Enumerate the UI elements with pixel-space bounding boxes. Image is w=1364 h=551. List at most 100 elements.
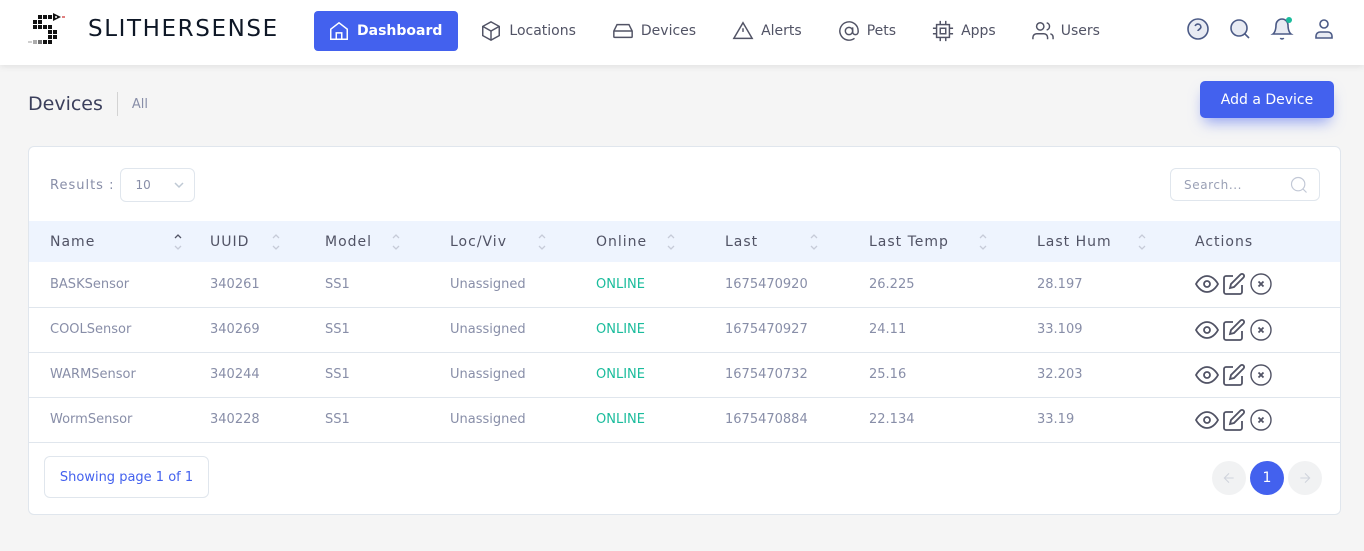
view-icon[interactable] (1195, 363, 1219, 387)
arrow-right-icon (1300, 472, 1311, 484)
column-header-model[interactable]: Model (304, 221, 429, 262)
column-header-online[interactable]: Online (575, 221, 704, 262)
row-actions (1195, 363, 1340, 387)
brand[interactable]: SLITHERSENSE (28, 11, 279, 47)
cell-last-hum: 33.109 (1037, 322, 1083, 337)
edit-icon[interactable] (1222, 408, 1246, 432)
page-filter-label: All (131, 96, 149, 112)
column-header-name[interactable]: Name (29, 221, 189, 262)
view-icon[interactable] (1195, 408, 1219, 432)
next-page-button[interactable] (1288, 461, 1322, 495)
notification-dot (1286, 17, 1292, 23)
edit-icon[interactable] (1222, 272, 1246, 296)
search-icon (1230, 19, 1250, 39)
results-label: Results : (50, 177, 115, 193)
nav-item-alerts[interactable]: Alerts (718, 11, 816, 51)
cell-online: ONLINE (596, 412, 645, 427)
column-header-actions: Actions (1174, 221, 1340, 262)
cell-uuid: 340228 (210, 412, 260, 427)
top-navbar: SLITHERSENSE Dashboard Locations Devices… (0, 0, 1364, 65)
nav-item-dashboard[interactable]: Dashboard (314, 11, 459, 51)
users-icon (1031, 22, 1054, 40)
nav-item-devices[interactable]: Devices (598, 11, 710, 51)
page-button-1[interactable]: 1 (1250, 461, 1284, 495)
brand-name: SLITHERSENSE (88, 16, 279, 42)
cell-name: BASKSensor (50, 276, 130, 292)
cell-uuid: 340269 (210, 322, 260, 337)
help-icon (1187, 18, 1209, 40)
cell-last-temp: 24.11 (869, 322, 907, 337)
divider (116, 92, 118, 116)
table-header-row: Name UUID Model Loc/Viv Online Last Last… (29, 221, 1340, 262)
sort-icon (978, 231, 988, 253)
nav-item-apps[interactable]: Apps (918, 11, 1010, 51)
add-device-button[interactable]: Add a Device (1200, 81, 1334, 118)
search-icon (1290, 176, 1307, 193)
cell-last: 1675470927 (725, 322, 808, 337)
cell-actions (1174, 307, 1340, 352)
column-label: Online (596, 233, 648, 250)
snake-logo-icon (28, 13, 65, 44)
user-icon (1315, 19, 1333, 39)
column-label: Model (325, 233, 373, 250)
table-search (1170, 168, 1320, 201)
cell-model: SS1 (325, 412, 350, 427)
results-select[interactable]: 10 (120, 168, 196, 202)
column-header-uuid[interactable]: UUID (189, 221, 304, 262)
column-label: Loc/Viv (450, 233, 507, 250)
cell-actions (1174, 352, 1340, 397)
delete-icon[interactable] (1249, 363, 1273, 387)
cell-last-hum: 32.203 (1037, 367, 1083, 382)
column-header-loc-viv[interactable]: Loc/Viv (429, 221, 575, 262)
cell-loc-viv: Unassigned (450, 322, 526, 337)
column-header-last-temp[interactable]: Last Temp (848, 221, 1016, 262)
page-header: Devices All (28, 90, 148, 118)
edit-icon[interactable] (1222, 363, 1246, 387)
nav-item-label: Users (1060, 23, 1100, 39)
help-button[interactable] (1186, 17, 1210, 41)
cell-last: 1675470920 (725, 276, 808, 292)
prev-page-button[interactable] (1212, 461, 1246, 495)
column-label: Actions (1195, 233, 1254, 250)
edit-icon[interactable] (1222, 318, 1246, 342)
cell-model: SS1 (325, 322, 350, 337)
sort-icon (173, 231, 183, 253)
cell-uuid: 340244 (210, 367, 260, 382)
alert-triangle-icon (732, 21, 754, 40)
view-icon[interactable] (1195, 272, 1219, 296)
column-label: Last Hum (1037, 233, 1112, 250)
nav-utilities (1168, 17, 1336, 41)
sort-icon (809, 231, 819, 253)
cell-last: 1675470884 (725, 412, 808, 427)
nav-item-label: Pets (866, 23, 897, 39)
delete-icon[interactable] (1249, 408, 1273, 432)
cell-last-temp: 22.134 (869, 412, 915, 427)
nav-item-label: Apps (961, 23, 996, 39)
delete-icon[interactable] (1249, 318, 1273, 342)
profile-button[interactable] (1312, 17, 1336, 41)
cell-uuid: 340261 (210, 276, 260, 292)
search-input[interactable] (1184, 177, 1284, 192)
cell-name: COOLSensor (50, 322, 132, 337)
cell-name: WARMSensor (50, 367, 136, 382)
row-actions (1195, 408, 1340, 432)
table-row: BASKSensor 340261 SS1 Unassigned ONLINE 16754… (29, 262, 1340, 307)
delete-icon[interactable] (1249, 272, 1273, 296)
cell-model: SS1 (325, 367, 350, 382)
cell-loc-viv: Unassigned (450, 276, 526, 292)
view-icon[interactable] (1195, 318, 1219, 342)
cell-loc-viv: Unassigned (450, 367, 526, 382)
cpu-icon (932, 20, 954, 42)
cube-icon (482, 20, 501, 42)
devices-table: Name UUID Model Loc/Viv Online Last Last… (29, 221, 1340, 443)
search-button[interactable] (1228, 17, 1252, 41)
column-header-last-hum[interactable]: Last Hum (1016, 221, 1174, 262)
nav-item-users[interactable]: Users (1018, 11, 1114, 51)
nav-item-label: Locations (509, 23, 576, 39)
column-header-last[interactable]: Last (704, 221, 848, 262)
nav-item-locations[interactable]: Locations (466, 11, 590, 51)
cell-online: ONLINE (596, 276, 645, 292)
notifications-button[interactable] (1270, 17, 1294, 41)
cell-online: ONLINE (596, 367, 645, 382)
nav-item-pets[interactable]: Pets (824, 11, 910, 51)
